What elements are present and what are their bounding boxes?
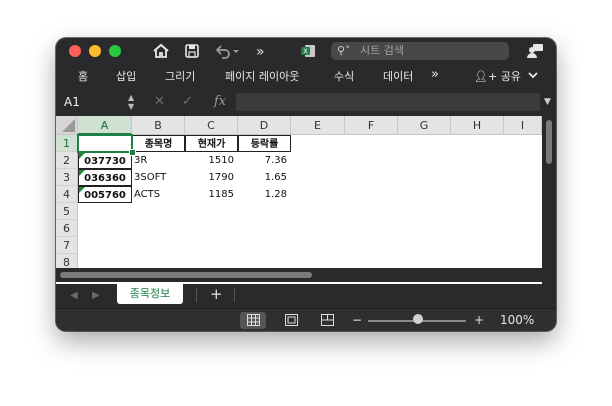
minimize-window-button[interactable]: [89, 45, 101, 57]
share-label: 공유: [500, 70, 521, 83]
zoom-out-button[interactable]: −: [352, 312, 362, 329]
column-header-d[interactable]: D: [238, 116, 291, 135]
zoom-in-button[interactable]: +: [474, 312, 484, 329]
zoom-level[interactable]: 100%: [500, 312, 534, 329]
expand-formula-bar-icon[interactable]: ▼: [544, 96, 551, 108]
collapse-ribbon-button[interactable]: [527, 69, 539, 86]
excel-window: » X ⚲˅ 시트 검색 홈 삽입 그리기 페이지 레이아웃 수식 데이터 » …: [56, 38, 556, 331]
tab-insert[interactable]: 삽입: [116, 69, 136, 85]
zoom-slider-knob[interactable]: [413, 314, 423, 324]
horizontal-scroll-thumb[interactable]: [60, 272, 312, 278]
row-header-5[interactable]: 5: [56, 203, 78, 220]
tab-draw[interactable]: 그리기: [165, 69, 195, 85]
cell-code[interactable]: 005760: [78, 186, 132, 203]
tab-page-layout[interactable]: 페이지 레이아웃: [225, 69, 299, 85]
vertical-scrollbar[interactable]: [542, 116, 556, 284]
name-box-stepper-icon[interactable]: ▲ ▼: [128, 93, 134, 111]
next-sheet-icon[interactable]: ▶: [92, 288, 100, 304]
undo-icon[interactable]: [214, 43, 240, 64]
title-bar: » X ⚲˅ 시트 검색: [56, 38, 556, 66]
cancel-formula-icon[interactable]: ✕: [154, 93, 165, 110]
row-header-6[interactable]: 6: [56, 220, 78, 237]
excel-icon[interactable]: X: [300, 43, 316, 64]
active-cell-selection: [77, 134, 133, 153]
worksheet-grid[interactable]: A B C D E F G H I 1 2 3 4 5 6 7 8 종목명 현재…: [56, 116, 556, 284]
row-header-1[interactable]: 1: [56, 135, 78, 152]
horizontal-scrollbar[interactable]: [56, 268, 542, 282]
add-sheet-button[interactable]: +: [210, 286, 223, 302]
insert-function-icon[interactable]: fx: [214, 93, 226, 110]
row-header-7[interactable]: 7: [56, 237, 78, 254]
cell-change[interactable]: 1.28: [238, 186, 291, 203]
tab-formulas[interactable]: 수식: [334, 69, 354, 85]
search-icon: ⚲˅: [337, 44, 351, 57]
cell-name[interactable]: ACTS: [132, 186, 185, 203]
row-header-3[interactable]: 3: [56, 169, 78, 186]
column-header-h[interactable]: H: [451, 116, 504, 135]
close-window-button[interactable]: [69, 45, 81, 57]
formula-input[interactable]: [236, 93, 540, 111]
column-header-e[interactable]: E: [291, 116, 345, 135]
cell-price[interactable]: 1185: [185, 186, 238, 203]
select-all-button[interactable]: [56, 116, 78, 135]
save-icon[interactable]: [184, 43, 200, 64]
cell-c1-header[interactable]: 현재가: [185, 135, 238, 152]
fill-handle[interactable]: [129, 149, 136, 156]
sheet-tab-active[interactable]: 종목정보: [117, 284, 183, 304]
confirm-formula-icon[interactable]: ✓: [182, 93, 193, 110]
column-header-i[interactable]: I: [504, 116, 542, 135]
search-placeholder: 시트 검색: [360, 44, 404, 57]
column-header-b[interactable]: B: [132, 116, 185, 135]
cell-d1-header[interactable]: 등락률: [238, 135, 291, 152]
home-icon[interactable]: [152, 43, 170, 64]
cell-price[interactable]: 1790: [185, 169, 238, 186]
cell-code[interactable]: 036360: [78, 169, 132, 186]
tab-data[interactable]: 데이터: [383, 69, 413, 85]
page-layout-view-icon[interactable]: [278, 312, 304, 329]
share-button[interactable]: 👤︎+ 공유: [474, 69, 521, 85]
cell-b1-header[interactable]: 종목명: [132, 135, 185, 152]
svg-text:X: X: [303, 48, 308, 56]
chevron-down-icon: [528, 72, 538, 79]
column-header-a[interactable]: A: [78, 116, 132, 135]
tab-divider: [234, 288, 235, 302]
zoom-window-button[interactable]: [109, 45, 121, 57]
cell-name[interactable]: 3R: [132, 152, 185, 169]
search-sheet-input[interactable]: ⚲˅ 시트 검색: [331, 42, 509, 60]
cell-change[interactable]: 7.36: [238, 152, 291, 169]
formula-bar: A1 ▲ ▼ ✕ ✓ fx ▼: [56, 90, 556, 114]
column-header-f[interactable]: F: [345, 116, 398, 135]
tab-divider: [196, 288, 197, 302]
share-person-icon[interactable]: [526, 43, 544, 64]
cell-change[interactable]: 1.65: [238, 169, 291, 186]
cell-code[interactable]: 037730: [78, 152, 132, 169]
tab-home[interactable]: 홈: [78, 69, 88, 85]
normal-view-icon[interactable]: [240, 312, 266, 329]
row-header-2[interactable]: 2: [56, 152, 78, 169]
more-icon[interactable]: »: [256, 43, 265, 61]
cell-name[interactable]: 3SOFT: [132, 169, 185, 186]
more-tabs-button[interactable]: »: [431, 67, 439, 83]
previous-sheet-icon[interactable]: ◀: [70, 288, 78, 304]
page-break-view-icon[interactable]: [314, 312, 340, 329]
vertical-scroll-thumb[interactable]: [546, 120, 552, 164]
sheet-tab-bar: ◀ ▶ 종목정보 +: [56, 284, 556, 308]
name-box[interactable]: A1: [64, 94, 80, 110]
column-header-c[interactable]: C: [185, 116, 238, 135]
ribbon-tabs: 홈 삽입 그리기 페이지 레이아웃 수식 데이터 » 👤︎+ 공유: [56, 66, 556, 88]
add-person-icon: 👤︎+: [474, 70, 498, 83]
cell-price[interactable]: 1510: [185, 152, 238, 169]
status-bar: − + 100%: [56, 308, 556, 331]
row-header-4[interactable]: 4: [56, 186, 78, 203]
column-header-g[interactable]: G: [398, 116, 451, 135]
